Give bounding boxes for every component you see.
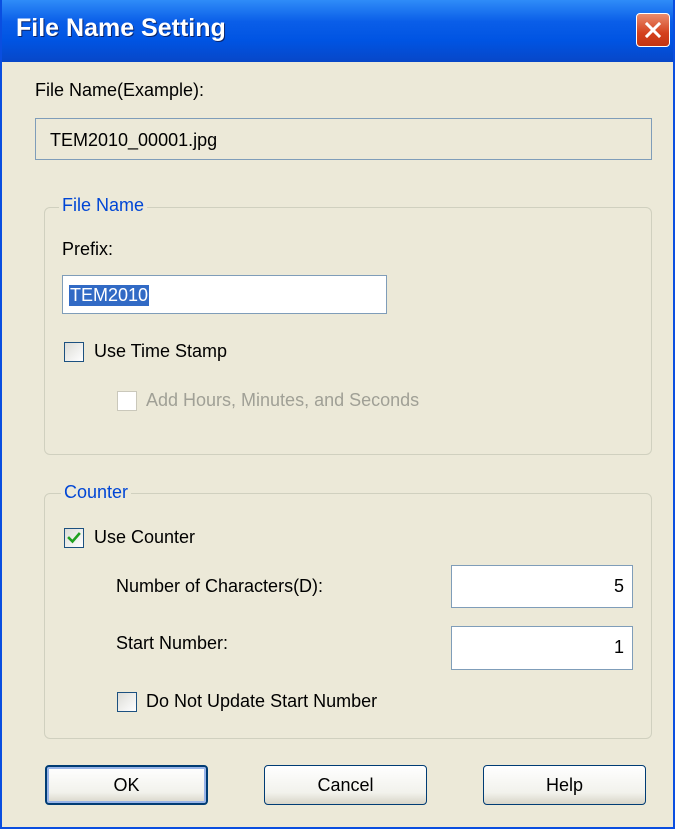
file-name-group-legend: File Name	[59, 195, 148, 216]
num-chars-label: Number of Characters(D):	[116, 576, 324, 596]
ok-button[interactable]: OK	[45, 765, 208, 805]
close-icon	[644, 21, 662, 39]
num-chars-value: 5	[613, 576, 624, 596]
use-time-stamp-label[interactable]: Use Time Stamp	[94, 341, 227, 362]
do-not-update-label[interactable]: Do Not Update Start Number	[146, 691, 377, 712]
use-time-stamp-checkbox[interactable]	[64, 342, 84, 362]
example-filename-field: TEM2010_00001.jpg	[35, 118, 652, 160]
prefix-label: Prefix:	[62, 239, 114, 259]
counter-group-legend: Counter	[61, 482, 132, 503]
title-bar[interactable]: File Name Setting	[2, 0, 673, 62]
file-name-group	[44, 207, 652, 455]
checkmark-icon	[67, 532, 81, 544]
start-number-label: Start Number:	[116, 633, 229, 653]
example-label: File Name(Example):	[35, 80, 205, 100]
use-counter-checkbox[interactable]	[64, 528, 84, 548]
cancel-button[interactable]: Cancel	[264, 765, 427, 805]
prefix-input-value: TEM2010	[69, 285, 150, 306]
add-hms-label: Add Hours, Minutes, and Seconds	[146, 390, 420, 410]
help-button[interactable]: Help	[483, 765, 646, 805]
add-hms-checkbox[interactable]	[117, 391, 137, 411]
file-name-setting-dialog: File Name Setting File Name(Example): TE…	[0, 0, 675, 829]
start-number-input[interactable]: 1	[451, 626, 633, 670]
use-counter-label[interactable]: Use Counter	[94, 527, 195, 548]
start-number-value: 1	[613, 637, 624, 657]
example-filename-value: TEM2010_00001.jpg	[50, 130, 218, 150]
num-chars-input[interactable]: 5	[451, 565, 633, 608]
do-not-update-checkbox[interactable]	[117, 692, 137, 712]
window-title: File Name Setting	[16, 14, 226, 42]
prefix-input[interactable]: TEM2010	[62, 275, 387, 314]
close-button[interactable]	[636, 13, 670, 47]
